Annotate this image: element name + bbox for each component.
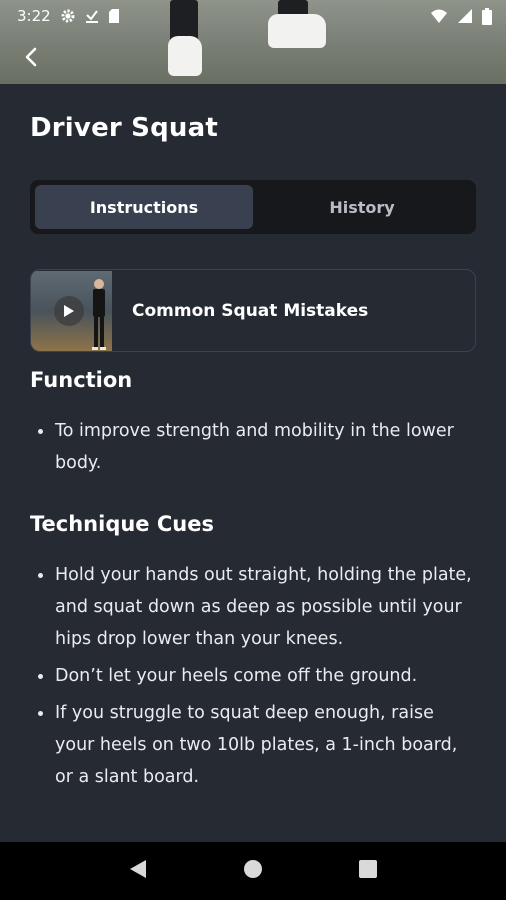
video-thumbnail: [31, 270, 112, 351]
home-circle-icon: [243, 859, 263, 883]
sd-card-icon: [108, 8, 120, 24]
chevron-left-icon: [24, 47, 38, 71]
tab-instructions[interactable]: Instructions: [35, 185, 253, 229]
battery-icon: [482, 7, 492, 25]
cellular-signal-icon: [457, 8, 473, 24]
recents-square-icon: [359, 860, 378, 882]
status-time: 3:22: [17, 7, 51, 25]
download-done-icon: [85, 8, 99, 24]
status-bar: 3:22: [0, 0, 506, 32]
play-icon: [54, 295, 84, 326]
hero-left-shoe: [168, 36, 202, 76]
hero-floor: [0, 44, 506, 84]
list-item: Hold your hands out straight, holding th…: [38, 559, 478, 655]
system-nav-bar: [0, 842, 506, 900]
back-triangle-icon: [129, 859, 147, 883]
wifi-icon: [430, 8, 448, 24]
list-item: Don’t let your heels come off the ground…: [38, 660, 478, 692]
list-item: If you struggle to squat deep enough, ra…: [38, 697, 478, 793]
nav-back-button[interactable]: [118, 851, 158, 891]
nav-home-button[interactable]: [233, 851, 273, 891]
function-heading: Function: [30, 368, 133, 392]
list-item: To improve strength and mobility in the …: [38, 415, 478, 479]
technique-list: Hold your hands out straight, holding th…: [38, 559, 478, 798]
thumbnail-person: [89, 277, 109, 351]
technique-heading: Technique Cues: [30, 512, 214, 536]
page-title: Driver Squat: [30, 113, 218, 143]
settings-icon: [60, 8, 76, 24]
video-card[interactable]: Common Squat Mistakes: [30, 269, 476, 352]
nav-recents-button[interactable]: [348, 851, 388, 891]
video-title: Common Squat Mistakes: [132, 300, 369, 321]
back-button[interactable]: [18, 46, 44, 72]
segmented-tabs: Instructions History: [30, 180, 476, 234]
function-list: To improve strength and mobility in the …: [38, 415, 478, 484]
tab-history[interactable]: History: [253, 185, 471, 229]
